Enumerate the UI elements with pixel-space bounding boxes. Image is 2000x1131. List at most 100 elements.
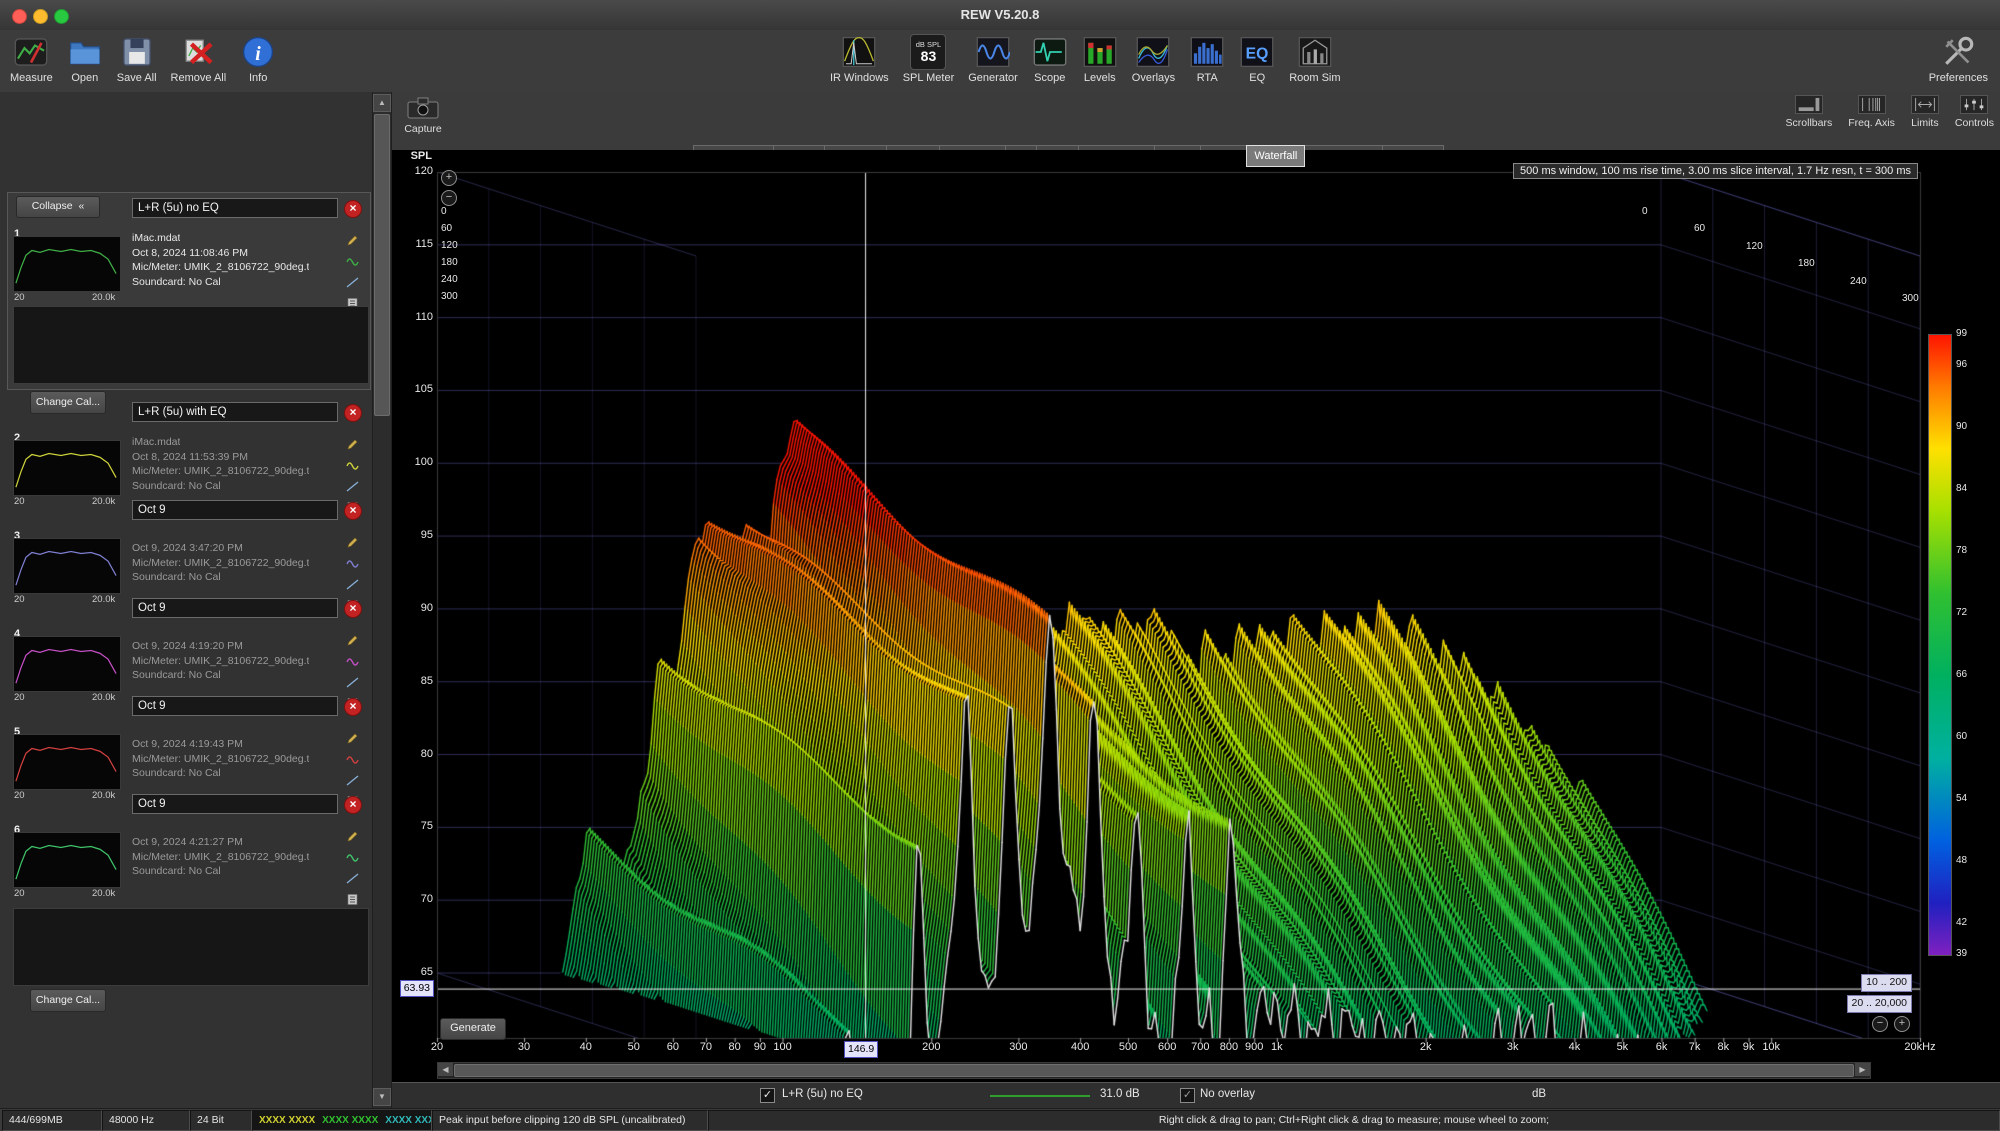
sidebar-scroll-thumb[interactable] bbox=[374, 114, 390, 416]
toolbar-button-remove-all[interactable]: Remove All bbox=[167, 32, 231, 86]
edit-icon[interactable] bbox=[346, 830, 359, 848]
toolbar-button-scope[interactable]: Scope bbox=[1028, 32, 1072, 86]
axis-tick-label: 60 bbox=[1694, 223, 1705, 234]
measurement-notes-box[interactable] bbox=[13, 306, 369, 384]
trace-icon[interactable] bbox=[346, 459, 359, 477]
no-overlay-checkbox[interactable]: ✓ bbox=[1180, 1088, 1195, 1103]
measurement-thumbnail[interactable] bbox=[13, 636, 121, 692]
axis-tick-label: 115 bbox=[397, 238, 433, 250]
measurement-info-line: Mic/Meter: UMIK_2_8106722_90deg.t bbox=[132, 851, 309, 863]
trend-icon[interactable] bbox=[346, 480, 359, 498]
option-button-scrollbars[interactable]: Scrollbars bbox=[1786, 95, 1833, 129]
graph-hscrollbar[interactable]: ◀ ▶ bbox=[437, 1062, 1871, 1079]
remove-measurement-icon[interactable]: × bbox=[344, 502, 362, 520]
waterfall-plot[interactable] bbox=[392, 150, 2000, 1090]
measurement-thumbnail[interactable] bbox=[13, 538, 121, 594]
toolbar-button-label: Generator bbox=[968, 72, 1018, 84]
time-range-box[interactable]: 10 .. 200 bbox=[1861, 974, 1912, 992]
change-cal-button-2[interactable]: Change Cal... bbox=[30, 989, 106, 1012]
toolbar-button-info[interactable]: iInfo bbox=[236, 32, 280, 86]
zoom-in-icon[interactable]: + bbox=[441, 170, 457, 186]
toolbar-button-overlays[interactable]: Overlays bbox=[1128, 32, 1179, 86]
edit-icon[interactable] bbox=[346, 732, 359, 750]
tab-waterfall[interactable]: Waterfall bbox=[1246, 145, 1305, 167]
trend-icon[interactable] bbox=[346, 578, 359, 596]
measurement-name-field[interactable]: Oct 9 bbox=[132, 794, 338, 814]
trace-icon[interactable] bbox=[346, 655, 359, 673]
checkmark-icon: ✓ bbox=[763, 1089, 772, 1101]
ir-windows-icon bbox=[841, 34, 877, 70]
remove-measurement-icon[interactable]: × bbox=[344, 796, 362, 814]
remove-measurement-icon[interactable]: × bbox=[344, 698, 362, 716]
trend-icon[interactable] bbox=[346, 676, 359, 694]
edit-icon[interactable] bbox=[346, 438, 359, 456]
axis-tick-label: 100 bbox=[397, 456, 433, 468]
toolbar-button-ir-windows[interactable]: IR Windows bbox=[826, 32, 893, 86]
toolbar-button-room-sim[interactable]: Room Sim bbox=[1285, 32, 1344, 86]
edit-icon[interactable] bbox=[346, 536, 359, 554]
sidebar-scrollbar[interactable]: ▲ ▼ bbox=[372, 92, 391, 1108]
option-button-controls[interactable]: Controls bbox=[1955, 95, 1994, 129]
toolbar-button-open[interactable]: Open bbox=[63, 32, 107, 86]
trace-icon[interactable] bbox=[346, 557, 359, 575]
axis-tick-label: 180 bbox=[441, 257, 458, 268]
toolbar-button-save-all[interactable]: Save All bbox=[113, 32, 161, 86]
remove-measurement-icon[interactable]: × bbox=[344, 200, 362, 218]
toolbar-button-eq[interactable]: EQEQ bbox=[1235, 32, 1279, 86]
trend-icon[interactable] bbox=[346, 276, 359, 294]
no-overlay-label: No overlay bbox=[1200, 1088, 1255, 1100]
change-cal-button[interactable]: Change Cal... bbox=[30, 391, 106, 414]
measurement-info-line: Soundcard: No Cal bbox=[132, 767, 221, 779]
axis-tick-label: 110 bbox=[397, 311, 433, 323]
edit-icon[interactable] bbox=[346, 234, 359, 252]
measurement-name-field[interactable]: L+R (5u) with EQ bbox=[132, 402, 338, 422]
measurement-info-line: Mic/Meter: UMIK_2_8106722_90deg.t bbox=[132, 753, 309, 765]
trace-icon[interactable] bbox=[346, 851, 359, 869]
axis-tick-label: 95 bbox=[397, 529, 433, 541]
x-zoom-in-icon[interactable]: + bbox=[1894, 1016, 1910, 1032]
capture-icon[interactable] bbox=[407, 97, 439, 119]
trace-icon[interactable] bbox=[346, 255, 359, 273]
x-zoom-out-icon[interactable]: − bbox=[1872, 1016, 1888, 1032]
trace-visible-checkbox[interactable]: ✓ bbox=[760, 1088, 775, 1103]
measurement-name-field[interactable]: Oct 9 bbox=[132, 500, 338, 520]
toolbar-button-spl-meter[interactable]: dB SPL83SPL Meter bbox=[899, 32, 959, 86]
collapse-button[interactable]: Collapse « bbox=[16, 196, 100, 218]
trace-icon[interactable] bbox=[346, 753, 359, 771]
measurement-notes-box-2[interactable] bbox=[13, 908, 369, 986]
freq-range-box[interactable]: 20 .. 20,000 bbox=[1847, 995, 1912, 1013]
trend-icon[interactable] bbox=[346, 774, 359, 792]
measurement-thumbnail[interactable] bbox=[13, 734, 121, 790]
trace-color-swatch bbox=[990, 1095, 1090, 1097]
scroll-right-icon[interactable]: ▶ bbox=[1855, 1063, 1870, 1076]
axis-tick-label: 65 bbox=[397, 966, 433, 978]
scroll-left-icon[interactable]: ◀ bbox=[438, 1063, 453, 1076]
toolbar-button-rta[interactable]: RTA bbox=[1185, 32, 1229, 86]
remove-measurement-icon[interactable]: × bbox=[344, 404, 362, 422]
graph-hscroll-thumb[interactable] bbox=[454, 1064, 1854, 1077]
remove-measurement-icon[interactable]: × bbox=[344, 600, 362, 618]
measurement-thumbnail[interactable] bbox=[13, 440, 121, 496]
zoom-out-icon[interactable]: − bbox=[441, 190, 457, 206]
measurement-name-field[interactable]: Oct 9 bbox=[132, 696, 338, 716]
toolbar-button-preferences[interactable]: Preferences bbox=[1925, 32, 1992, 86]
axis-tick-label: 70 bbox=[397, 893, 433, 905]
scroll-up-icon[interactable]: ▲ bbox=[373, 94, 391, 112]
toolbar-button-levels[interactable]: Levels bbox=[1078, 32, 1122, 86]
legend-cursor-value: 31.0 dB bbox=[1100, 1088, 1140, 1100]
axis-tick-label: 75 bbox=[397, 820, 433, 832]
toolbar-button-generator[interactable]: Generator bbox=[964, 32, 1022, 86]
measurement-name-field[interactable]: Oct 9 bbox=[132, 598, 338, 618]
generate-button[interactable]: Generate bbox=[440, 1018, 506, 1040]
measurement-name-field[interactable]: L+R (5u) no EQ bbox=[132, 198, 338, 218]
scroll-down-icon[interactable]: ▼ bbox=[373, 1088, 391, 1106]
toolbar-button-measure[interactable]: Measure bbox=[6, 32, 57, 86]
thumb-axis-max: 20.0k bbox=[92, 790, 115, 801]
option-button-limits[interactable]: Limits bbox=[1911, 95, 1939, 129]
edit-icon[interactable] bbox=[346, 634, 359, 652]
option-button-freq-axis[interactable]: Freq. Axis bbox=[1848, 95, 1895, 129]
toolbar-button-label: Open bbox=[71, 72, 98, 84]
measurement-thumbnail[interactable] bbox=[13, 832, 121, 888]
trend-icon[interactable] bbox=[346, 872, 359, 890]
measurement-thumbnail[interactable] bbox=[13, 236, 121, 292]
